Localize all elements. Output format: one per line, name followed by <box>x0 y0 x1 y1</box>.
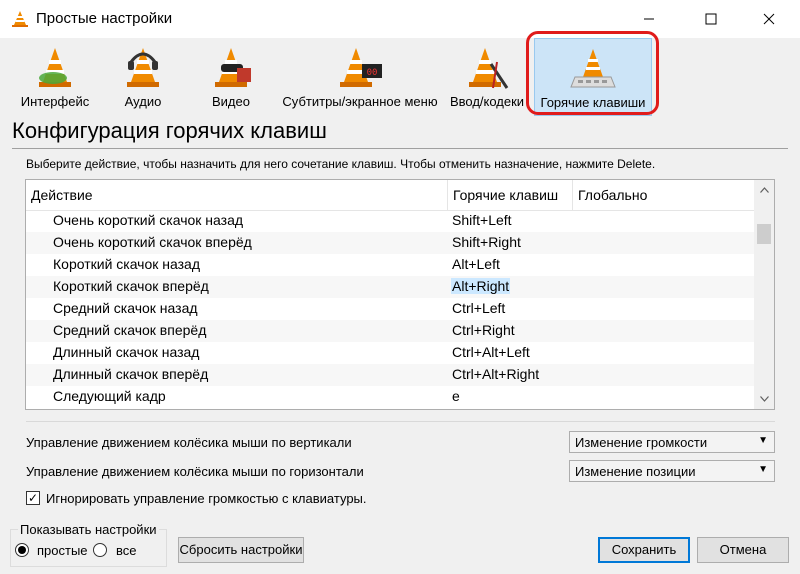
radio-all[interactable] <box>93 543 107 557</box>
table-row[interactable]: Длинный скачок назад Ctrl+Alt+Left <box>26 342 754 364</box>
action-cell: Средний скачок вперёд <box>53 322 207 338</box>
radio-simple[interactable] <box>15 543 29 557</box>
table-row[interactable]: Очень короткий скачок назад Shift+Left <box>26 210 754 232</box>
svg-text:00: 00 <box>367 68 378 78</box>
category-subtitles[interactable]: 00 Субтитры/экранное меню <box>282 38 438 116</box>
hotkey-cell[interactable]: e <box>451 388 461 404</box>
action-cell: Очень короткий скачок вперёд <box>53 234 252 250</box>
window-title: Простые настройки <box>36 10 173 27</box>
close-button[interactable] <box>746 0 792 38</box>
category-input-codecs[interactable]: Ввод/кодеки <box>448 38 526 116</box>
column-header-hotkey[interactable]: Горячие клавиш <box>453 187 558 203</box>
hotkey-cell[interactable]: Ctrl+Alt+Right <box>451 366 540 382</box>
subtitles-cone-icon: 00 <box>340 48 382 87</box>
mouse-vertical-label: Управление движением колёсика мыши по ве… <box>26 435 352 450</box>
category-interface[interactable]: Интерфейс <box>14 38 96 116</box>
minimize-button[interactable] <box>626 0 672 38</box>
mouse-horizontal-select[interactable]: Изменение позиции ▼ <box>569 460 775 482</box>
title-bar: Простые настройки <box>0 0 800 38</box>
action-cell: Короткий скачок вперёд <box>53 278 209 294</box>
show-settings-group: Показывать настройки <box>10 522 167 567</box>
scroll-up-icon[interactable] <box>754 180 774 200</box>
action-cell: Средний скачок назад <box>53 300 198 316</box>
scrollbar-thumb[interactable] <box>757 224 771 244</box>
hotkey-cell[interactable]: Ctrl+Left <box>451 300 506 316</box>
table-header: Действие Горячие клавиш Глобально <box>26 180 754 211</box>
category-label: Аудио <box>124 94 162 109</box>
page-title: Конфигурация горячих клавиш <box>12 118 327 143</box>
ignore-volume-checkbox[interactable]: ✓ <box>26 491 40 505</box>
table-row[interactable]: Короткий скачок вперёд Alt+Right <box>26 276 754 298</box>
show-settings-legend: Показывать настройки <box>18 522 159 537</box>
category-video[interactable]: Видео <box>196 38 266 116</box>
mouse-vertical-select[interactable]: Изменение громкости ▼ <box>569 431 775 453</box>
table-row[interactable]: Средний скачок вперёд Ctrl+Right <box>26 320 754 342</box>
table-row[interactable]: Следующий кадр e <box>26 386 754 408</box>
mouse-vertical-value: Изменение громкости <box>575 435 708 450</box>
action-cell: Очень короткий скачок назад <box>53 212 244 228</box>
ignore-volume-label: Игнорировать управление громкостью с кла… <box>46 491 367 506</box>
reset-settings-button[interactable]: Сбросить настройки <box>178 537 304 563</box>
divider <box>12 148 788 149</box>
interface-cone-icon <box>39 48 71 87</box>
category-label: Видео <box>212 94 250 109</box>
hotkeys-cone-icon <box>570 49 616 88</box>
vertical-scrollbar[interactable] <box>754 180 774 409</box>
hotkey-cell[interactable]: Shift+Right <box>451 234 522 250</box>
video-cone-icon <box>215 48 251 87</box>
audio-cone-icon <box>127 48 159 87</box>
hotkeys-table[interactable]: Действие Горячие клавиш Глобально Очень … <box>25 179 775 410</box>
mouse-horizontal-value: Изменение позиции <box>575 464 696 479</box>
category-label: Ввод/кодеки <box>449 94 525 109</box>
input-codecs-cone-icon <box>469 48 509 89</box>
category-hotkeys[interactable]: Горячие клавиши <box>534 38 652 116</box>
hotkey-cell[interactable]: Alt+Left <box>451 256 501 272</box>
save-button[interactable]: Сохранить <box>598 537 690 563</box>
action-cell: Длинный скачок вперёд <box>53 366 209 382</box>
table-row[interactable]: Длинный скачок вперёд Ctrl+Alt+Right <box>26 364 754 386</box>
column-header-global[interactable]: Глобально <box>578 187 647 203</box>
category-label: Интерфейс <box>20 94 90 109</box>
category-label: Субтитры/экранное меню <box>282 94 438 109</box>
vlc-cone-icon <box>12 11 28 27</box>
radio-simple-label: простые <box>37 543 88 558</box>
instructions-text: Выберите действие, чтобы назначить для н… <box>26 157 656 171</box>
hotkey-cell[interactable]: Shift+Left <box>451 212 513 228</box>
table-row[interactable]: Средний скачок назад Ctrl+Left <box>26 298 754 320</box>
column-header-action[interactable]: Действие <box>31 187 93 203</box>
chevron-down-icon: ▼ <box>758 435 768 446</box>
close-icon <box>763 13 775 25</box>
minimize-icon <box>644 18 654 20</box>
table-row[interactable]: Очень короткий скачок вперёд Shift+Right <box>26 232 754 254</box>
mouse-horizontal-label: Управление движением колёсика мыши по го… <box>26 464 364 479</box>
action-cell: Короткий скачок назад <box>53 256 201 272</box>
radio-all-label: все <box>116 543 137 558</box>
maximize-button[interactable] <box>688 0 734 38</box>
hotkey-cell[interactable]: Ctrl+Alt+Left <box>451 344 531 360</box>
scroll-down-icon[interactable] <box>754 389 774 409</box>
divider <box>26 421 775 422</box>
cancel-button[interactable]: Отмена <box>697 537 789 563</box>
category-label: Горячие клавиши <box>540 95 646 110</box>
hotkey-cell[interactable]: Alt+Right <box>451 278 511 294</box>
table-row[interactable]: Короткий скачок назад Alt+Left <box>26 254 754 276</box>
action-cell: Длинный скачок назад <box>53 344 200 360</box>
action-cell: Следующий кадр <box>53 388 166 404</box>
category-toolbar: Интерфейс Аудио Видео 00 Субтитры/экранн… <box>0 38 800 118</box>
category-audio[interactable]: Аудио <box>110 38 176 116</box>
chevron-down-icon: ▼ <box>758 464 768 475</box>
hotkey-cell[interactable]: Ctrl+Right <box>451 322 516 338</box>
maximize-icon <box>705 13 717 25</box>
